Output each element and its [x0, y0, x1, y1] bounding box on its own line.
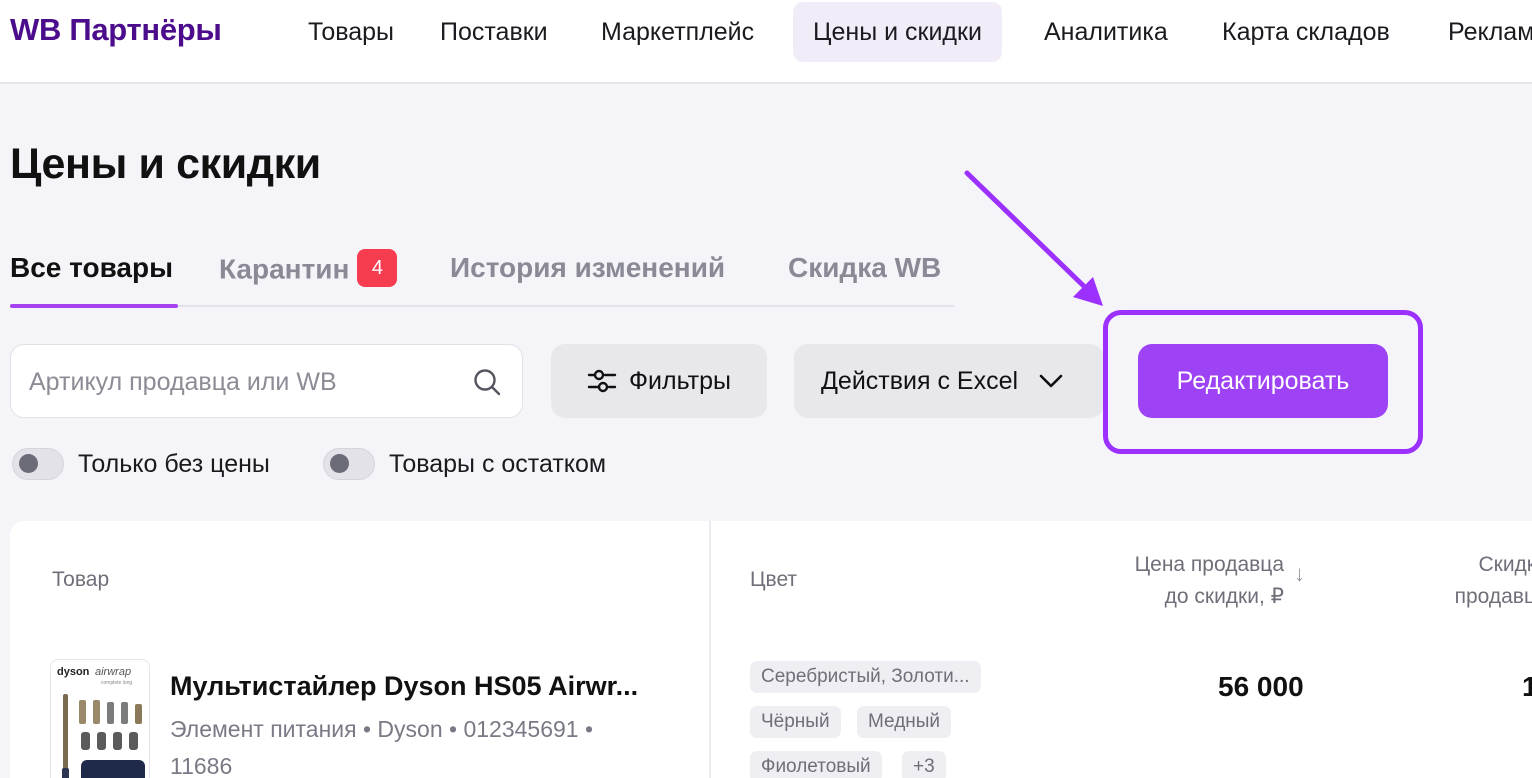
search-input[interactable]: [29, 363, 449, 401]
seller-discount: 1: [1522, 671, 1532, 702]
toggle-switch[interactable]: [12, 448, 64, 480]
top-navigation: WB Партнёры Товары Поставки Маркетплейс …: [0, 0, 1532, 84]
excel-actions-label: Действия с Excel: [821, 366, 1019, 395]
svg-text:dyson: dyson: [57, 666, 90, 678]
color-chip: Фиолетовый: [750, 751, 882, 778]
toggle-switch[interactable]: [323, 448, 375, 480]
tab-label: История изменений: [450, 252, 726, 283]
product-meta: Элемент питания • Dyson • 012345691 • 11…: [170, 716, 594, 778]
column-header-price-line2: до скидки, ₽: [1164, 585, 1284, 608]
toggle-in-stock[interactable]: Товары с остатком: [323, 448, 606, 480]
filters-label: Фильтры: [629, 366, 731, 395]
tab-label: Скидка WB: [788, 252, 942, 283]
tab-label: Карантин: [219, 253, 350, 285]
svg-text:complete long: complete long: [101, 680, 132, 686]
nav-item-products[interactable]: Товары: [288, 2, 414, 62]
tab-change-history[interactable]: История изменений: [450, 252, 725, 284]
sort-arrow-down-icon[interactable]: ↓: [1294, 561, 1305, 587]
excel-actions-dropdown[interactable]: Действия с Excel: [794, 344, 1104, 418]
tab-label: Все товары: [10, 252, 174, 283]
sliders-icon: [587, 369, 617, 393]
column-header-discount-line2: продавц: [1454, 585, 1532, 608]
tab-quarantine[interactable]: Карантин 4: [219, 249, 398, 290]
svg-text:airwrap: airwrap: [95, 666, 131, 678]
filters-button[interactable]: Фильтры: [551, 344, 767, 418]
products-table: Товар Цвет Цена продавца до скидки, ₽ ↓ …: [10, 521, 1532, 778]
color-chip: Медный: [857, 706, 952, 738]
column-divider: [709, 521, 711, 778]
toggle-without-price[interactable]: Только без цены: [12, 448, 270, 480]
quarantine-count-badge: 4: [357, 249, 398, 287]
nav-item-prices-discounts[interactable]: Цены и скидки: [793, 2, 1002, 62]
tab-all-products[interactable]: Все товары: [10, 252, 173, 284]
more-colors-chip[interactable]: +3: [902, 751, 946, 778]
column-header-price-line1: Цена продавца: [1134, 553, 1284, 576]
chevron-down-icon: [1039, 374, 1063, 388]
nav-item-analytics[interactable]: Аналитика: [1024, 2, 1188, 62]
nav-item-advertising[interactable]: Реклам: [1428, 2, 1532, 62]
column-header-price[interactable]: Цена продавца до скидки, ₽: [1135, 549, 1284, 613]
column-header-discount-line1: Скидк: [1478, 553, 1532, 576]
column-header-color: Цвет: [750, 568, 798, 591]
search-icon[interactable]: [472, 367, 502, 397]
search-field[interactable]: [10, 344, 523, 418]
brand-logo[interactable]: WB Партнёры: [10, 12, 222, 48]
nav-item-supplies[interactable]: Поставки: [420, 2, 568, 62]
toggle-label: Только без цены: [78, 449, 270, 478]
nav-item-marketplace[interactable]: Маркетплейс: [581, 2, 774, 62]
nav-item-warehouse-map[interactable]: Карта складов: [1202, 2, 1410, 62]
column-header-product: Товар: [52, 568, 110, 591]
color-chip: Чёрный: [750, 706, 841, 738]
page-title: Цены и скидки: [10, 140, 321, 188]
edit-button[interactable]: Редактировать: [1138, 344, 1388, 418]
annotation-arrow: [964, 170, 1103, 306]
product-image: dyson airwrap complete long: [57, 666, 145, 778]
toggle-label: Товары с остатком: [389, 449, 607, 478]
product-thumbnail[interactable]: dyson airwrap complete long: [50, 659, 150, 778]
column-header-discount[interactable]: Скидк продавц: [1455, 549, 1532, 613]
color-chip: Серебристый, Золоти...: [750, 661, 981, 693]
tab-wb-discount[interactable]: Скидка WB: [788, 252, 941, 284]
edit-button-label: Редактировать: [1176, 366, 1350, 395]
product-name[interactable]: Мультистайлер Dyson HS05 Airwr...: [170, 671, 638, 702]
active-tab-indicator: [10, 304, 178, 308]
seller-price: 56 000: [1218, 671, 1304, 702]
